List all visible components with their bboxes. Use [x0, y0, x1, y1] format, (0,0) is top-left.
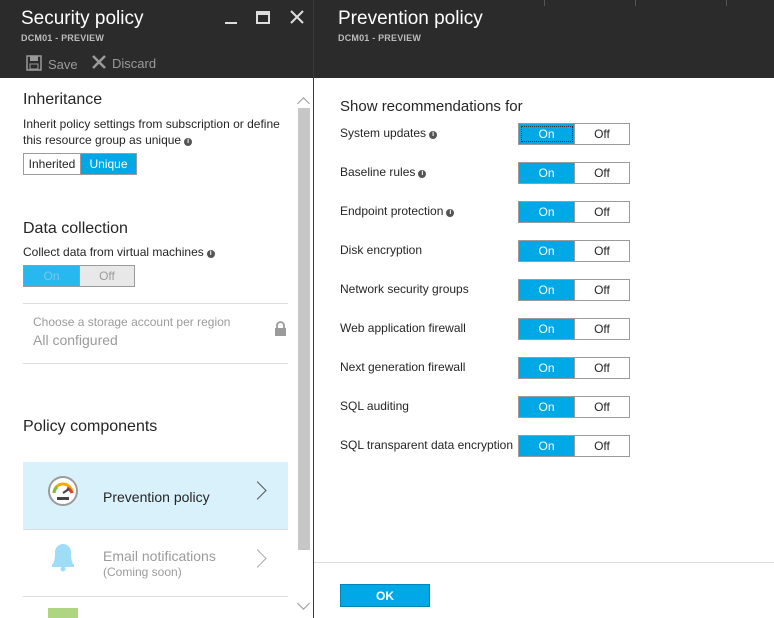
blade-title: Security policy [21, 8, 144, 29]
discard-label: Discard [112, 56, 157, 71]
email-notifications-sublabel: (Coming soon) [103, 565, 182, 579]
sql-transparent-data-encryption-toggle[interactable]: On Off [518, 435, 630, 457]
prevention-policy-label: Prevention policy [103, 489, 210, 505]
recommendations-heading: Show recommendations for [340, 98, 523, 115]
system-updates-off-option[interactable]: Off [575, 124, 629, 144]
endpoint-protection-label: Endpoint protection i [340, 204, 455, 218]
info-icon[interactable]: i [429, 131, 438, 139]
storage-account-label: Choose a storage account per region [33, 315, 231, 329]
inheritance-description-line2: this resource group as unique i [23, 132, 193, 148]
baseline-rules-label: Baseline rules i [340, 165, 427, 179]
sql-transparent-data-encryption-off-option[interactable]: Off [575, 436, 629, 456]
divider [23, 596, 288, 597]
disk-encryption-off-option[interactable]: Off [575, 241, 629, 261]
footer-divider [314, 562, 774, 563]
maximize-icon[interactable] [256, 10, 270, 28]
web-application-firewall-on-option[interactable]: On [519, 319, 575, 339]
disk-encryption-on-option[interactable]: On [519, 241, 575, 261]
data-collection-heading: Data collection [23, 220, 128, 237]
gauge-icon [47, 475, 79, 512]
sql-auditing-off-option[interactable]: Off [575, 397, 629, 417]
chevron-right-icon [248, 549, 267, 568]
info-icon[interactable]: i [206, 250, 215, 258]
next-generation-firewall-off-option[interactable]: Off [575, 358, 629, 378]
storage-account-value: All configured [33, 332, 118, 348]
next-generation-firewall-on-option[interactable]: On [519, 358, 575, 378]
discard-button[interactable]: Discard [92, 55, 156, 72]
network-security-groups-off-option[interactable]: Off [575, 280, 629, 300]
inheritance-toggle[interactable]: Inherited Unique [23, 153, 137, 175]
endpoint-protection-on-option[interactable]: On [519, 202, 575, 222]
header-separator [544, 0, 545, 6]
web-application-firewall-label: Web application firewall [340, 321, 466, 335]
header-separator [635, 0, 636, 6]
security-policy-blade: Security policy DCM01 - PREVIEW Save Dis… [0, 0, 313, 618]
endpoint-protection-toggle[interactable]: On Off [518, 201, 630, 223]
email-notifications-item: Email notifications (Coming soon) [23, 530, 288, 597]
system-updates-on-option[interactable]: On [519, 124, 575, 144]
save-icon [26, 55, 42, 74]
security-policy-header: Security policy DCM01 - PREVIEW Save Dis… [0, 0, 313, 78]
web-application-firewall-off-option[interactable]: Off [575, 319, 629, 339]
inherited-option[interactable]: Inherited [24, 154, 81, 174]
system-updates-toggle[interactable]: On Off [518, 123, 630, 145]
info-icon[interactable]: i [418, 170, 427, 178]
system-updates-label: System updates i [340, 126, 438, 140]
bell-icon [49, 542, 77, 577]
scrollbar-thumb[interactable] [298, 108, 310, 550]
baseline-rules-off-option[interactable]: Off [575, 163, 629, 183]
minimize-icon[interactable] [225, 10, 237, 31]
sql-auditing-on-option[interactable]: On [519, 397, 575, 417]
inheritance-heading: Inheritance [23, 91, 103, 108]
divider [23, 363, 288, 364]
blade-subtitle: DCM01 - PREVIEW [338, 33, 422, 43]
info-icon[interactable]: i [446, 209, 455, 217]
web-application-firewall-toggle[interactable]: On Off [518, 318, 630, 340]
data-collection-off-option: Off [80, 266, 134, 286]
next-generation-firewall-label: Next generation firewall [340, 360, 466, 374]
inheritance-description-line1: Inherit policy settings from subscriptio… [23, 117, 280, 131]
disk-encryption-toggle[interactable]: On Off [518, 240, 630, 262]
baseline-rules-on-option[interactable]: On [519, 163, 575, 183]
network-security-groups-toggle[interactable]: On Off [518, 279, 630, 301]
blade-subtitle: DCM01 - PREVIEW [21, 33, 105, 43]
info-icon[interactable]: i [184, 138, 193, 146]
chevron-right-icon [248, 481, 267, 500]
prevention-policy-blade: Prevention policy DCM01 - PREVIEW Show r… [314, 0, 774, 618]
endpoint-protection-off-option[interactable]: Off [575, 202, 629, 222]
divider [23, 303, 288, 304]
save-label: Save [48, 57, 78, 72]
save-button[interactable]: Save [26, 55, 78, 74]
data-collection-description: Collect data from virtual machines i [23, 244, 215, 260]
partial-item-icon [48, 608, 78, 618]
discard-icon [92, 55, 106, 72]
email-notifications-label: Email notifications [103, 548, 216, 564]
network-security-groups-on-option[interactable]: On [519, 280, 575, 300]
sql-auditing-toggle[interactable]: On Off [518, 396, 630, 418]
policy-components-heading: Policy components [23, 418, 158, 435]
prevention-policy-header: Prevention policy DCM01 - PREVIEW [314, 0, 774, 78]
next-generation-firewall-toggle[interactable]: On Off [518, 357, 630, 379]
network-security-groups-label: Network security groups [340, 282, 469, 296]
data-collection-on-option: On [24, 266, 80, 286]
ok-button[interactable]: OK [340, 584, 430, 607]
unique-option[interactable]: Unique [81, 154, 136, 174]
blade-title: Prevention policy [338, 8, 483, 29]
disk-encryption-label: Disk encryption [340, 243, 423, 257]
data-collection-toggle: On Off [23, 265, 135, 287]
sql-auditing-label: SQL auditing [340, 399, 409, 413]
sql-transparent-data-encryption-label: SQL transparent data encryption [340, 438, 513, 452]
lock-icon [274, 321, 287, 342]
prevention-policy-item[interactable]: Prevention policy [23, 462, 288, 529]
close-icon[interactable] [290, 9, 304, 27]
header-separator [726, 0, 727, 6]
sql-transparent-data-encryption-on-option[interactable]: On [519, 436, 575, 456]
baseline-rules-toggle[interactable]: On Off [518, 162, 630, 184]
